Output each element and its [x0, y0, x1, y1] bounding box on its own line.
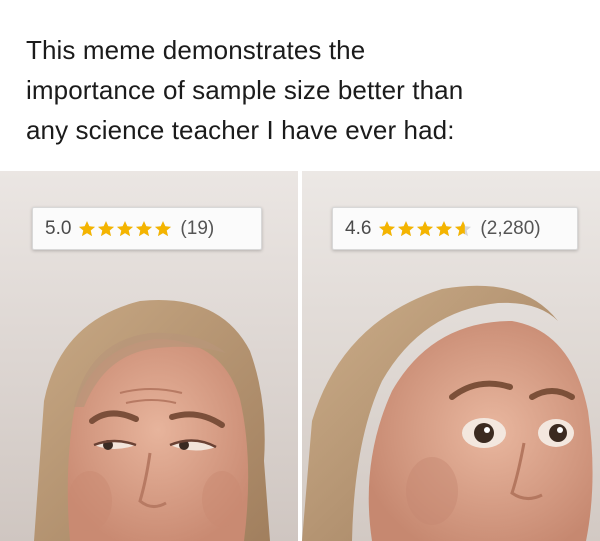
- star-rating-icons: [378, 220, 473, 238]
- rating-count: (19): [180, 217, 215, 239]
- caption-line-2: importance of sample size better than: [26, 75, 464, 105]
- rating-score: 4.6: [345, 217, 372, 239]
- star-full-icon: [379, 220, 396, 236]
- rating-badge-right: 4.6 (2,280): [332, 207, 578, 250]
- panel-right: 4.6 (2,280): [302, 171, 600, 541]
- star-full-icon: [136, 220, 153, 236]
- meme-caption: This meme demonstrates the importance of…: [26, 30, 586, 150]
- rating-count: (2,280): [480, 217, 541, 239]
- rating-badge-left: 5.0 (19): [32, 207, 262, 250]
- star-full-icon: [79, 220, 96, 236]
- meme-page: This meme demonstrates the importance of…: [0, 0, 600, 541]
- star-full-icon: [398, 220, 415, 236]
- star-rating-icons: [78, 220, 173, 238]
- star-full-icon: [98, 220, 115, 236]
- caption-line-1: This meme demonstrates the: [26, 35, 366, 65]
- caption-line-3: any science teacher I have ever had:: [26, 115, 455, 145]
- star-full-icon: [155, 220, 172, 236]
- star-partial-icon: [455, 220, 472, 236]
- panel-left: 5.0 (19): [0, 171, 298, 541]
- rating-score: 5.0: [45, 217, 72, 239]
- star-full-icon: [117, 220, 134, 236]
- star-full-icon: [417, 220, 434, 236]
- star-full-icon: [436, 220, 453, 236]
